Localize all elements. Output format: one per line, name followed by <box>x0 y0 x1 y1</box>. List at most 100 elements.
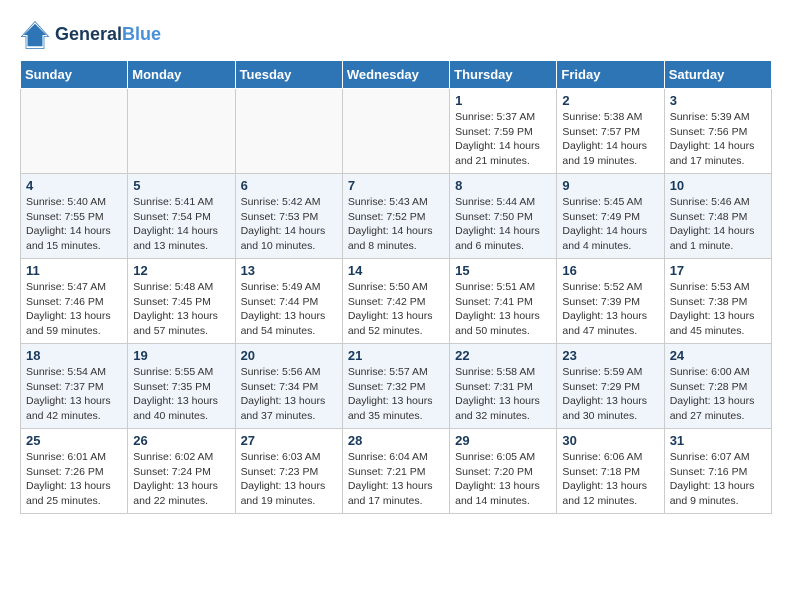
day-number: 16 <box>562 263 658 278</box>
day-info: Sunrise: 5:58 AM Sunset: 7:31 PM Dayligh… <box>455 365 551 424</box>
day-info: Sunrise: 6:03 AM Sunset: 7:23 PM Dayligh… <box>241 450 337 509</box>
calendar-cell: 18 Sunrise: 5:54 AM Sunset: 7:37 PM Dayli… <box>21 344 128 429</box>
day-info: Sunrise: 5:38 AM Sunset: 7:57 PM Dayligh… <box>562 110 658 169</box>
day-number: 27 <box>241 433 337 448</box>
header-friday: Friday <box>557 61 664 89</box>
calendar-cell: 25Sunrise: 6:01 AM Sunset: 7:26 PM Dayli… <box>21 429 128 514</box>
calendar-cell: 29 Sunrise: 6:05 AM Sunset: 7:20 PM Dayli… <box>450 429 557 514</box>
day-info: Sunrise: 5:56 AM Sunset: 7:34 PM Dayligh… <box>241 365 337 424</box>
day-info: Sunrise: 5:37 AM Sunset: 7:59 PM Dayligh… <box>455 110 551 169</box>
day-info: Sunrise: 5:51 AM Sunset: 7:41 PM Dayligh… <box>455 280 551 339</box>
header-monday: Monday <box>128 61 235 89</box>
week-row-2: 4 Sunrise: 5:40 AM Sunset: 7:55 PM Daylig… <box>21 174 772 259</box>
calendar-cell: 23 Sunrise: 5:59 AM Sunset: 7:29 PM Dayli… <box>557 344 664 429</box>
day-info: Sunrise: 5:49 AM Sunset: 7:44 PM Dayligh… <box>241 280 337 339</box>
day-number: 9 <box>562 178 658 193</box>
calendar-cell: 9 Sunrise: 5:45 AM Sunset: 7:49 PM Daylig… <box>557 174 664 259</box>
week-row-5: 25Sunrise: 6:01 AM Sunset: 7:26 PM Dayli… <box>21 429 772 514</box>
day-number: 23 <box>562 348 658 363</box>
day-info: Sunrise: 5:54 AM Sunset: 7:37 PM Dayligh… <box>26 365 122 424</box>
calendar-cell: 2 Sunrise: 5:38 AM Sunset: 7:57 PM Daylig… <box>557 89 664 174</box>
day-info: Sunrise: 5:47 AM Sunset: 7:46 PM Dayligh… <box>26 280 122 339</box>
day-info: Sunrise: 5:55 AM Sunset: 7:35 PM Dayligh… <box>133 365 229 424</box>
calendar-cell: 16Sunrise: 5:52 AM Sunset: 7:39 PM Dayli… <box>557 259 664 344</box>
day-number: 15 <box>455 263 551 278</box>
calendar-cell <box>21 89 128 174</box>
day-number: 31 <box>670 433 766 448</box>
calendar-cell <box>342 89 449 174</box>
calendar-cell: 24Sunrise: 6:00 AM Sunset: 7:28 PM Dayli… <box>664 344 771 429</box>
day-info: Sunrise: 5:39 AM Sunset: 7:56 PM Dayligh… <box>670 110 766 169</box>
day-number: 13 <box>241 263 337 278</box>
week-row-3: 11 Sunrise: 5:47 AM Sunset: 7:46 PM Dayli… <box>21 259 772 344</box>
calendar-cell: 8Sunrise: 5:44 AM Sunset: 7:50 PM Daylig… <box>450 174 557 259</box>
day-number: 20 <box>241 348 337 363</box>
day-info: Sunrise: 6:07 AM Sunset: 7:16 PM Dayligh… <box>670 450 766 509</box>
day-number: 25 <box>26 433 122 448</box>
day-info: Sunrise: 6:00 AM Sunset: 7:28 PM Dayligh… <box>670 365 766 424</box>
day-number: 2 <box>562 93 658 108</box>
day-number: 18 <box>26 348 122 363</box>
day-info: Sunrise: 5:48 AM Sunset: 7:45 PM Dayligh… <box>133 280 229 339</box>
calendar-cell: 22 Sunrise: 5:58 AM Sunset: 7:31 PM Dayli… <box>450 344 557 429</box>
day-info: Sunrise: 5:57 AM Sunset: 7:32 PM Dayligh… <box>348 365 444 424</box>
header-tuesday: Tuesday <box>235 61 342 89</box>
day-number: 12 <box>133 263 229 278</box>
calendar-cell: 28Sunrise: 6:04 AM Sunset: 7:21 PM Dayli… <box>342 429 449 514</box>
calendar-cell: 15 Sunrise: 5:51 AM Sunset: 7:41 PM Dayli… <box>450 259 557 344</box>
calendar-cell: 12 Sunrise: 5:48 AM Sunset: 7:45 PM Dayli… <box>128 259 235 344</box>
day-number: 17 <box>670 263 766 278</box>
calendar-cell: 11 Sunrise: 5:47 AM Sunset: 7:46 PM Dayli… <box>21 259 128 344</box>
calendar-cell: 3 Sunrise: 5:39 AM Sunset: 7:56 PM Daylig… <box>664 89 771 174</box>
calendar-cell: 5 Sunrise: 5:41 AM Sunset: 7:54 PM Daylig… <box>128 174 235 259</box>
day-number: 14 <box>348 263 444 278</box>
day-number: 29 <box>455 433 551 448</box>
day-number: 4 <box>26 178 122 193</box>
calendar-cell: 6 Sunrise: 5:42 AM Sunset: 7:53 PM Daylig… <box>235 174 342 259</box>
day-number: 26 <box>133 433 229 448</box>
logo-text: GeneralBlue <box>55 24 161 46</box>
week-row-4: 18 Sunrise: 5:54 AM Sunset: 7:37 PM Dayli… <box>21 344 772 429</box>
day-number: 7 <box>348 178 444 193</box>
day-info: Sunrise: 5:50 AM Sunset: 7:42 PM Dayligh… <box>348 280 444 339</box>
day-info: Sunrise: 6:06 AM Sunset: 7:18 PM Dayligh… <box>562 450 658 509</box>
page-header: GeneralBlue <box>20 20 772 50</box>
day-info: Sunrise: 5:40 AM Sunset: 7:55 PM Dayligh… <box>26 195 122 254</box>
calendar-table: SundayMondayTuesdayWednesdayThursdayFrid… <box>20 60 772 514</box>
header-wednesday: Wednesday <box>342 61 449 89</box>
day-number: 5 <box>133 178 229 193</box>
day-number: 30 <box>562 433 658 448</box>
calendar-cell: 21 Sunrise: 5:57 AM Sunset: 7:32 PM Dayli… <box>342 344 449 429</box>
day-number: 21 <box>348 348 444 363</box>
day-number: 3 <box>670 93 766 108</box>
calendar-cell: 13 Sunrise: 5:49 AM Sunset: 7:44 PM Dayli… <box>235 259 342 344</box>
logo: GeneralBlue <box>20 20 161 50</box>
day-number: 11 <box>26 263 122 278</box>
calendar-cell: 27 Sunrise: 6:03 AM Sunset: 7:23 PM Dayli… <box>235 429 342 514</box>
header-saturday: Saturday <box>664 61 771 89</box>
day-number: 28 <box>348 433 444 448</box>
calendar-cell: 1Sunrise: 5:37 AM Sunset: 7:59 PM Daylig… <box>450 89 557 174</box>
day-info: Sunrise: 6:05 AM Sunset: 7:20 PM Dayligh… <box>455 450 551 509</box>
day-info: Sunrise: 6:02 AM Sunset: 7:24 PM Dayligh… <box>133 450 229 509</box>
calendar-cell: 7 Sunrise: 5:43 AM Sunset: 7:52 PM Daylig… <box>342 174 449 259</box>
day-info: Sunrise: 5:42 AM Sunset: 7:53 PM Dayligh… <box>241 195 337 254</box>
calendar-header-row: SundayMondayTuesdayWednesdayThursdayFrid… <box>21 61 772 89</box>
day-info: Sunrise: 5:41 AM Sunset: 7:54 PM Dayligh… <box>133 195 229 254</box>
day-info: Sunrise: 5:43 AM Sunset: 7:52 PM Dayligh… <box>348 195 444 254</box>
calendar-cell <box>128 89 235 174</box>
calendar-cell: 4 Sunrise: 5:40 AM Sunset: 7:55 PM Daylig… <box>21 174 128 259</box>
calendar-cell <box>235 89 342 174</box>
day-number: 10 <box>670 178 766 193</box>
day-info: Sunrise: 5:59 AM Sunset: 7:29 PM Dayligh… <box>562 365 658 424</box>
day-number: 22 <box>455 348 551 363</box>
header-thursday: Thursday <box>450 61 557 89</box>
calendar-cell: 17 Sunrise: 5:53 AM Sunset: 7:38 PM Dayli… <box>664 259 771 344</box>
day-number: 6 <box>241 178 337 193</box>
calendar-cell: 19Sunrise: 5:55 AM Sunset: 7:35 PM Dayli… <box>128 344 235 429</box>
calendar-cell: 20 Sunrise: 5:56 AM Sunset: 7:34 PM Dayli… <box>235 344 342 429</box>
calendar-cell: 14 Sunrise: 5:50 AM Sunset: 7:42 PM Dayli… <box>342 259 449 344</box>
day-number: 8 <box>455 178 551 193</box>
day-info: Sunrise: 5:53 AM Sunset: 7:38 PM Dayligh… <box>670 280 766 339</box>
day-info: Sunrise: 5:45 AM Sunset: 7:49 PM Dayligh… <box>562 195 658 254</box>
